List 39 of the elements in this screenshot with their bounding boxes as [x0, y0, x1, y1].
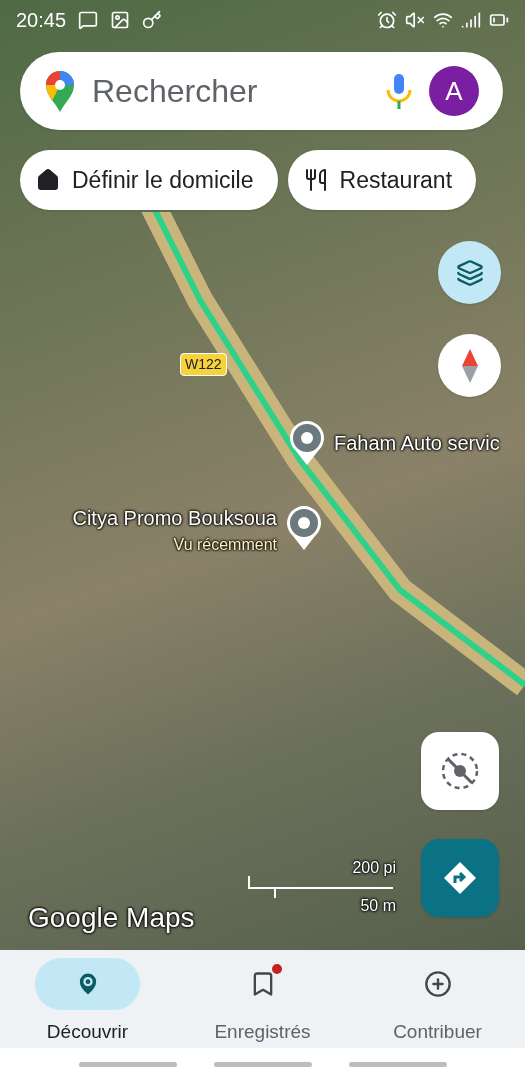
search-bar[interactable]: Rechercher A — [20, 52, 503, 130]
signal-icon — [461, 10, 481, 30]
account-avatar[interactable]: A — [429, 66, 479, 116]
scale-metric: 50 m — [360, 898, 396, 914]
directions-button[interactable] — [421, 839, 499, 917]
status-time: 20:45 — [16, 8, 67, 33]
place-pin-icon — [288, 420, 326, 466]
place-label: Faham Auto servic — [334, 431, 500, 456]
location-off-icon — [440, 751, 480, 791]
home-icon — [36, 168, 60, 192]
google-maps-logo: Google Maps — [28, 901, 195, 935]
plus-circle-icon — [423, 970, 452, 998]
quick-chip[interactable]: Définir le domicile — [20, 150, 278, 210]
place-label: Citya Promo Bouksoua — [72, 506, 277, 531]
quick-chip[interactable]: Restaurant — [287, 150, 477, 210]
nav-tab[interactable]: Contribuer — [350, 958, 525, 1047]
map-pin-logo-icon — [44, 69, 76, 113]
place-pin-icon — [285, 505, 323, 551]
road-number: W122 — [180, 353, 227, 376]
mute-icon — [405, 10, 425, 30]
nav-tab[interactable]: Enregistrés — [175, 958, 350, 1047]
message-icon — [78, 10, 99, 30]
my-location-button[interactable] — [421, 732, 499, 810]
alarm-icon — [377, 10, 397, 30]
wifi-icon — [433, 10, 453, 30]
layers-icon — [455, 258, 484, 287]
directions-icon — [443, 861, 477, 895]
microphone-icon — [385, 72, 413, 110]
image-icon — [110, 10, 131, 30]
satellite-map[interactable]: 20:45 Rechercher A Définir le domicile Restaurant W122 Faham Auto servic Citya Promo Bouksoua Vu récemment Google Maps 200 pi 50 m — [0, 0, 525, 950]
nav-tab[interactable]: Découvrir — [0, 958, 175, 1047]
fork-knife-icon — [303, 168, 328, 192]
compass-icon — [461, 348, 478, 383]
place-subtitle: Vu récemment — [173, 535, 277, 555]
scale-imperial: 200 pi — [352, 860, 396, 876]
compass-button[interactable] — [438, 334, 501, 397]
layers-button[interactable] — [438, 241, 501, 304]
search-field[interactable]: Rechercher — [92, 67, 369, 115]
key-icon — [142, 10, 163, 30]
